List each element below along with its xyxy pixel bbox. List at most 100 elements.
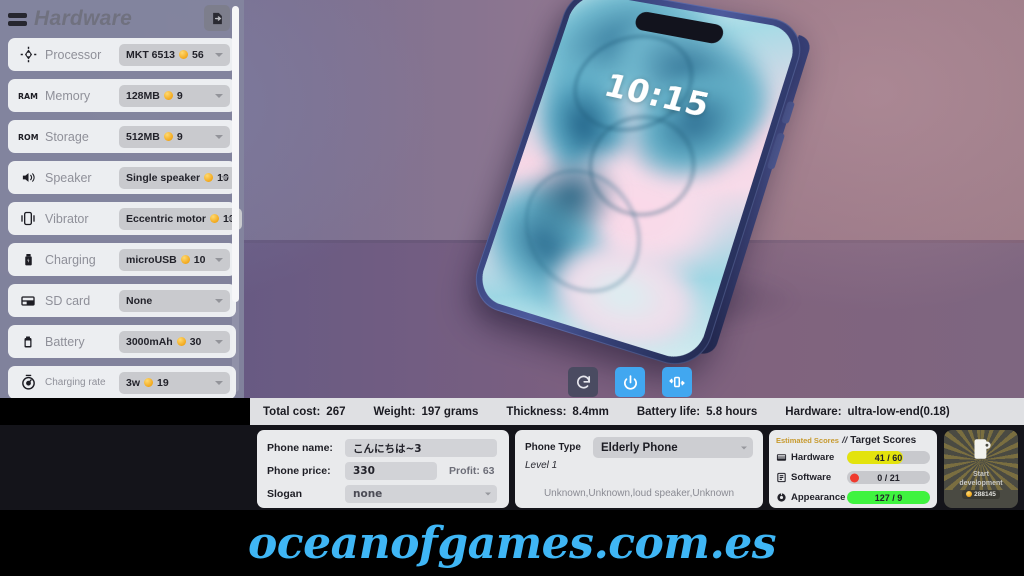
hardware-value-points: 30: [189, 335, 202, 348]
hardware-row-label: Storage: [45, 129, 89, 144]
speaker-icon: [17, 168, 39, 188]
hardware-row-label: Memory: [45, 88, 91, 103]
hardware-row-value: Eccentric motor 10: [126, 213, 235, 225]
hardware-row-value: MKT 6513 56: [126, 49, 204, 61]
start-development-label: Start development: [959, 470, 1002, 488]
hardware-row-battery[interactable]: Battery 3000mAh 30: [8, 325, 236, 358]
hardware-row-processor[interactable]: Processor MKT 6513 56: [8, 38, 236, 71]
sidebar-scrollbar[interactable]: [232, 6, 239, 392]
chevron-down-icon: [215, 134, 223, 139]
score-name: Hardware: [791, 452, 835, 463]
scores-panel: Estimated Scores // Target Scores Hardwa…: [769, 430, 937, 508]
score-row-appearance: Appearance 127 / 9: [776, 489, 930, 506]
hardware-row-select[interactable]: None: [119, 289, 230, 312]
rom-icon: ROM: [17, 127, 39, 147]
development-cost: 288145: [962, 489, 1000, 499]
phone-type-label: Phone Type: [525, 442, 581, 453]
coin-icon: [163, 91, 173, 100]
spec-item: Thickness: 8.4mm: [506, 406, 609, 418]
phone-name-input[interactable]: こんにちは~3: [345, 439, 497, 457]
hardware-value-text: 3w: [126, 376, 141, 389]
phone-price-input[interactable]: 330: [345, 462, 437, 480]
hardware-row-label: Charging rate: [45, 377, 106, 388]
hardware-row-speaker[interactable]: Speaker Single speaker 10: [8, 161, 236, 194]
phone-price-row: Phone price: 330 Profit: 63: [267, 461, 499, 481]
start-development-button[interactable]: Start development 288145: [944, 430, 1018, 508]
hardware-value-text: 128MB: [126, 89, 160, 102]
spec-value: 197 grams: [421, 405, 479, 418]
spec-item: Total cost: 267: [263, 406, 345, 418]
score-name: Software: [791, 472, 832, 483]
coin-icon: [204, 173, 214, 182]
hardware-row-charging[interactable]: Charging microUSB 10: [8, 243, 236, 276]
slogan-value: none: [353, 488, 383, 500]
hardware-row-select[interactable]: 3w 19: [119, 371, 230, 394]
flip-phone-icon: [669, 376, 685, 388]
sidebar-header: Hardware: [0, 0, 244, 38]
score-row-software: Software 0 / 21: [776, 469, 930, 486]
chevron-down-icon: [220, 175, 229, 180]
slogan-select[interactable]: none: [345, 485, 497, 503]
scores-header-target: Target Scores: [850, 435, 917, 446]
score-text: 127 / 9: [874, 492, 903, 503]
hardware-row-select[interactable]: 512MB 9: [119, 125, 230, 148]
hardware-row-vibrator[interactable]: Vibrator Eccentric motor 10: [8, 202, 242, 235]
dev-label-line1: Start: [973, 470, 989, 478]
spec-value: 267: [326, 405, 346, 418]
phone-type-panel: Phone Type Level 1 Elderly Phone Unknown…: [515, 430, 763, 508]
phone-type-label-group: Phone Type Level 1: [525, 437, 593, 473]
hardware-row-select[interactable]: MKT 6513 56: [119, 43, 230, 66]
spec-key: Hardware:: [785, 405, 842, 418]
sidebar-title: Hardware: [34, 7, 133, 30]
hardware-row-value: microUSB 10: [126, 254, 205, 266]
power-toggle-button[interactable]: [615, 367, 645, 397]
hardware-value-points: 9: [176, 89, 183, 102]
hardware-row-value: 128MB 9: [126, 90, 183, 102]
viewport-action-bar: [568, 367, 692, 397]
hardware-value-text: 512MB: [126, 130, 160, 143]
reset-rotation-icon: [576, 375, 590, 389]
hardware-value-points: 56: [192, 48, 204, 61]
svg-text:ROM: ROM: [18, 132, 38, 141]
hardware-row-value: 3000mAh 30: [126, 336, 201, 348]
coin-icon: [179, 50, 189, 59]
charging-icon: [17, 250, 39, 270]
phone-name-row: Phone name: こんにちは~3: [267, 438, 499, 458]
hardware-sidebar: Hardware Processor MKT 6513 56 RAM Memory 128…: [0, 0, 244, 398]
spec-value: ultra-low-end(0.18): [847, 405, 950, 418]
hardware-value-text: microUSB: [126, 253, 177, 266]
hardware-icon: [8, 12, 27, 27]
hardware-row-value: 3w 19: [126, 377, 169, 389]
reset-rotation-button[interactable]: [568, 367, 598, 397]
hardware-value-text: MKT 6513: [126, 48, 176, 61]
phone-type-level: Level 1: [525, 460, 558, 471]
hardware-row-select[interactable]: microUSB 10: [119, 248, 230, 271]
hardware-row-sd-card[interactable]: SD card None: [8, 284, 236, 317]
phone-price-label: Phone price:: [267, 465, 331, 477]
hardware-value-points: 9: [176, 130, 183, 143]
hardware-row-storage[interactable]: ROM Storage 512MB 9: [8, 120, 236, 153]
vibrator-icon: [17, 209, 39, 229]
bottom-bar: Phone name: こんにちは~3 Phone price: 330 Pro…: [0, 425, 1024, 510]
hardware-row-select[interactable]: 128MB 9: [119, 84, 230, 107]
flip-phone-button[interactable]: [662, 367, 692, 397]
start-development-icon: [968, 436, 994, 467]
coin-icon: [209, 214, 219, 223]
phone-type-select[interactable]: Elderly Phone: [593, 437, 753, 458]
coin-icon: [180, 255, 190, 264]
spec-key: Total cost:: [263, 405, 321, 418]
slogan-row: Slogan none: [267, 484, 499, 504]
spec-value: 5.8 hours: [706, 405, 758, 418]
hardware-row-select[interactable]: 3000mAh 30: [119, 330, 230, 353]
score-bar: 0 / 21: [847, 471, 930, 484]
hardware-row-select[interactable]: Single speaker 10: [119, 166, 236, 189]
appearance-score-icon: [776, 492, 788, 503]
hardware-row-select[interactable]: Eccentric motor 10: [119, 207, 242, 230]
export-button[interactable]: [204, 5, 230, 31]
spec-item: Battery life: 5.8 hours: [637, 406, 757, 418]
sidebar-scrollbar-thumb[interactable]: [232, 6, 239, 302]
hardware-row-memory[interactable]: RAM Memory 128MB 9: [8, 79, 236, 112]
battery-icon: [17, 332, 39, 352]
watermark-bar: oceanofgames.com.es: [0, 510, 1024, 576]
hardware-row-charging-rate[interactable]: Charging rate 3w 19: [8, 366, 236, 398]
